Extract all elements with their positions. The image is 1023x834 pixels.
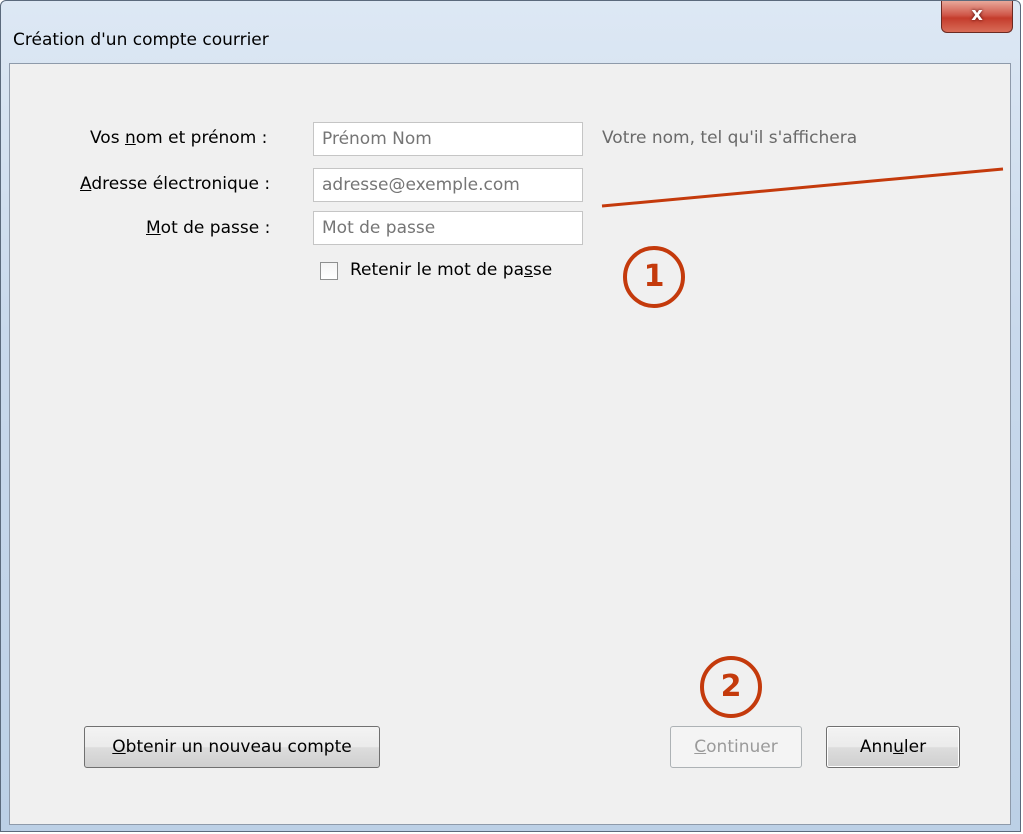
annotation-badge-1: 1 [623,246,685,308]
annotation-badge-2: 2 [700,656,762,718]
dialog-window: Création d'un compte courrier x Vos nom … [0,0,1021,832]
annotation-line [601,167,1004,208]
